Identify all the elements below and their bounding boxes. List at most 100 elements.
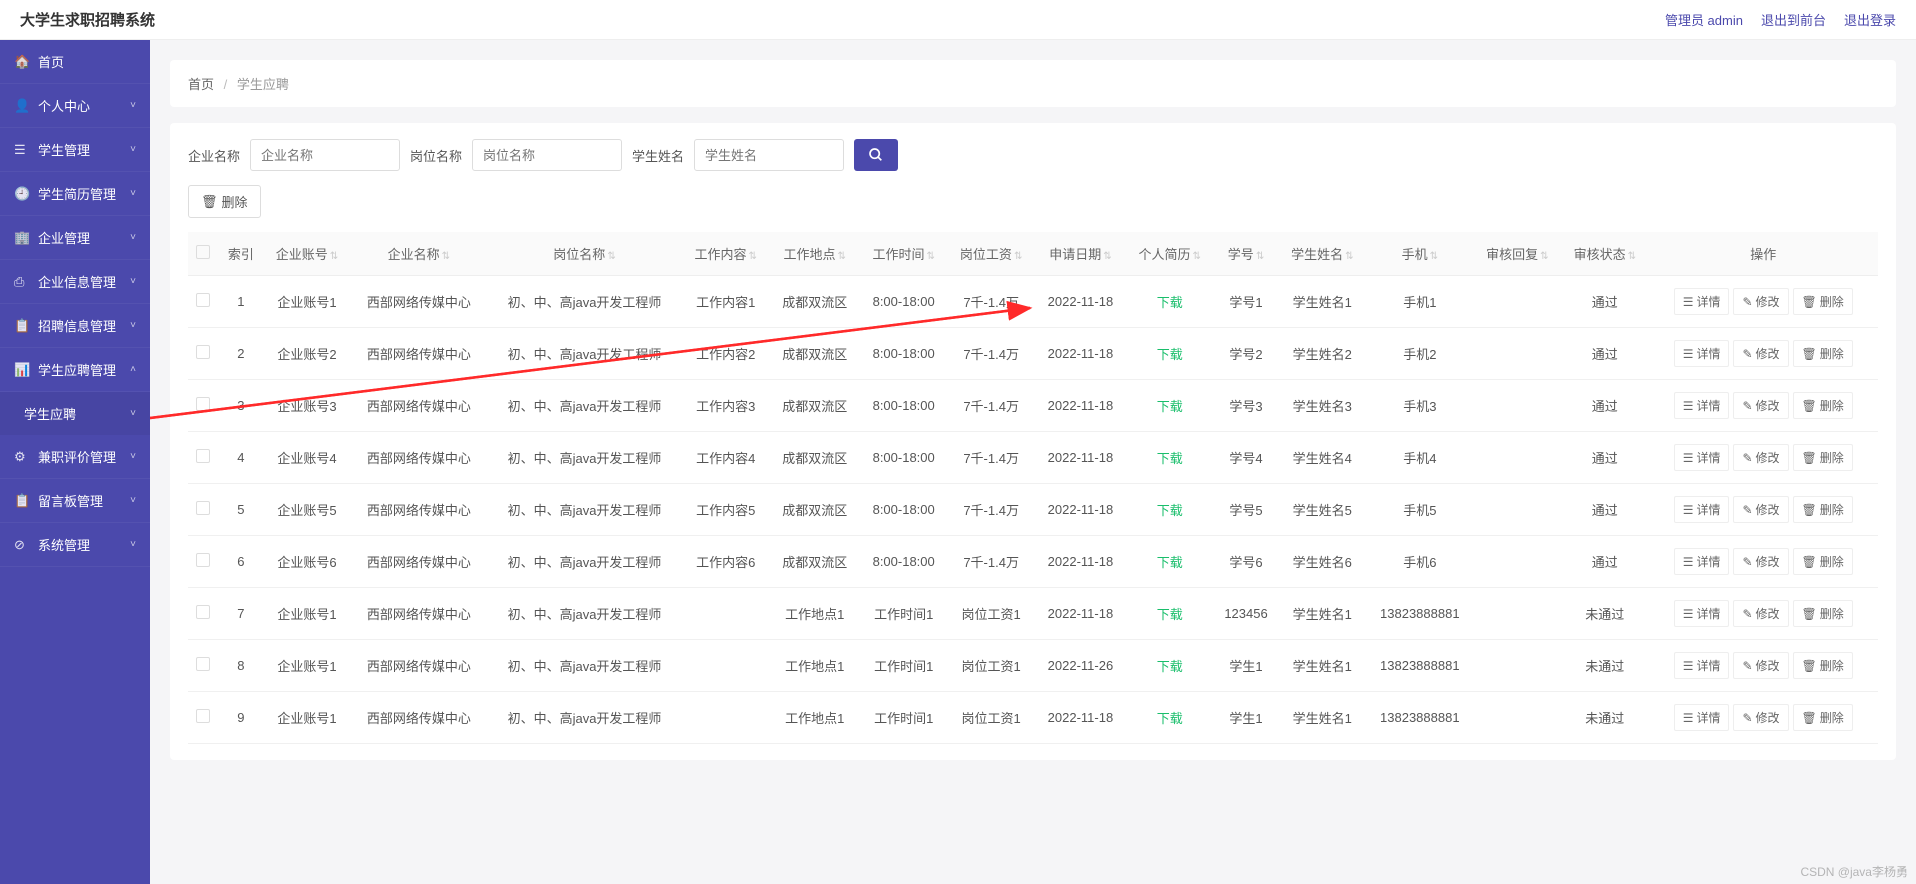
sidebar-item-label: 留言板管理 [38,491,103,510]
delete-button[interactable]: 🗑删除 [1793,288,1853,315]
sidebar-item-6[interactable]: 📋招聘信息管理˅ [0,304,150,348]
edit-button[interactable]: ✎修改 [1733,392,1788,419]
download-link[interactable]: 下载 [1157,399,1183,414]
column-header-15[interactable]: 审核状态⇅ [1561,232,1648,276]
download-link[interactable]: 下载 [1157,711,1183,726]
logout-link[interactable]: 退出登录 [1844,10,1896,29]
row-checkbox[interactable] [196,605,210,619]
row-checkbox[interactable] [196,397,210,411]
cell: 学生姓名5 [1279,484,1366,536]
row-checkbox[interactable] [196,501,210,515]
download-link[interactable]: 下载 [1157,451,1183,466]
column-header-2[interactable]: 企业账号⇅ [263,232,350,276]
sidebar-item-9[interactable]: 📋留言板管理˅ [0,479,150,523]
column-header-3[interactable]: 企业名称⇅ [351,232,487,276]
sidebar-item-0[interactable]: 🏠首页 [0,40,150,84]
detail-button[interactable]: ☰详情 [1674,444,1730,471]
download-link[interactable]: 下载 [1157,347,1183,362]
detail-button[interactable]: ☰详情 [1674,340,1730,367]
delete-button[interactable]: 🗑删除 [1793,496,1853,523]
edit-button[interactable]: ✎修改 [1733,444,1788,471]
column-header-14[interactable]: 审核回复⇅ [1474,232,1561,276]
sidebar-subitem-7-0[interactable]: 学生应聘˅ [0,392,150,435]
column-header-6[interactable]: 工作地点⇅ [769,232,860,276]
row-checkbox[interactable] [196,709,210,723]
detail-button[interactable]: ☰详情 [1674,548,1730,575]
detail-label: 详情 [1696,709,1720,726]
column-label: 企业名称 [388,247,440,262]
row-checkbox[interactable] [196,293,210,307]
sidebar-item-8[interactable]: ⚙兼职评价管理˅ [0,435,150,479]
batch-delete-button[interactable]: 🗑 删除 [188,185,261,218]
row-checkbox[interactable] [196,657,210,671]
delete-button[interactable]: 🗑删除 [1793,652,1853,679]
column-header-9[interactable]: 申请日期⇅ [1035,232,1126,276]
column-header-1[interactable]: 索引 [219,232,264,276]
download-link[interactable]: 下载 [1157,659,1183,674]
edit-button[interactable]: ✎修改 [1733,340,1788,367]
edit-button[interactable]: ✎修改 [1733,548,1788,575]
column-header-8[interactable]: 岗位工资⇅ [947,232,1034,276]
search-input-1[interactable] [472,139,622,171]
delete-button[interactable]: 🗑删除 [1793,704,1853,731]
sidebar-item-7[interactable]: 📊学生应聘管理˄ [0,348,150,392]
delete-label: 删除 [1820,449,1844,466]
file-icon: ☰ [1683,347,1694,361]
detail-button[interactable]: ☰详情 [1674,496,1730,523]
breadcrumb-current: 学生应聘 [237,77,289,92]
column-header-16[interactable]: 操作 [1649,232,1879,276]
search-button[interactable] [854,139,898,171]
delete-label: 删除 [1820,709,1844,726]
delete-button[interactable]: 🗑删除 [1793,392,1853,419]
edit-button[interactable]: ✎修改 [1733,704,1788,731]
detail-button[interactable]: ☰详情 [1674,652,1730,679]
column-header-12[interactable]: 学生姓名⇅ [1279,232,1366,276]
edit-button[interactable]: ✎修改 [1733,600,1788,627]
cell: 1 [219,276,264,328]
exit-front-link[interactable]: 退出到前台 [1761,10,1826,29]
column-header-10[interactable]: 个人简历⇅ [1126,232,1213,276]
cell: 下载 [1126,484,1213,536]
breadcrumb-root[interactable]: 首页 [188,77,214,92]
chevron-down-icon: ˅ [130,320,136,331]
edit-button[interactable]: ✎修改 [1733,652,1788,679]
column-header-7[interactable]: 工作时间⇅ [860,232,947,276]
cell: 下载 [1126,692,1213,744]
detail-button[interactable]: ☰详情 [1674,392,1730,419]
column-header-5[interactable]: 工作内容⇅ [682,232,769,276]
detail-button[interactable]: ☰详情 [1674,600,1730,627]
download-link[interactable]: 下载 [1157,295,1183,310]
sidebar-item-3[interactable]: 🕘学生简历管理˅ [0,172,150,216]
sidebar-item-label: 企业信息管理 [38,272,116,291]
column-header-4[interactable]: 岗位名称⇅ [487,232,682,276]
delete-button[interactable]: 🗑删除 [1793,548,1853,575]
edit-label: 修改 [1756,397,1780,414]
sidebar-item-2[interactable]: ☰学生管理˅ [0,128,150,172]
delete-button[interactable]: 🗑删除 [1793,340,1853,367]
delete-button[interactable]: 🗑删除 [1793,444,1853,471]
column-header-11[interactable]: 学号⇅ [1213,232,1278,276]
sidebar-item-4[interactable]: 🏢企业管理˅ [0,216,150,260]
row-checkbox[interactable] [196,345,210,359]
row-checkbox[interactable] [196,449,210,463]
cell: 5 [219,484,264,536]
search-input-0[interactable] [250,139,400,171]
download-link[interactable]: 下载 [1157,607,1183,622]
cell: 岗位工资1 [947,692,1034,744]
detail-button[interactable]: ☰详情 [1674,288,1730,315]
sidebar-item-5[interactable]: ⎙企业信息管理˅ [0,260,150,304]
search-input-2[interactable] [694,139,844,171]
download-link[interactable]: 下载 [1157,503,1183,518]
detail-button[interactable]: ☰详情 [1674,704,1730,731]
download-link[interactable]: 下载 [1157,555,1183,570]
select-all-checkbox[interactable] [196,245,210,259]
column-header-13[interactable]: 手机⇅ [1366,232,1474,276]
edit-button[interactable]: ✎修改 [1733,288,1788,315]
delete-button[interactable]: 🗑删除 [1793,600,1853,627]
sidebar-item-1[interactable]: 👤个人中心˅ [0,84,150,128]
cell: 6 [219,536,264,588]
admin-label[interactable]: 管理员 admin [1665,10,1743,29]
sidebar-item-10[interactable]: ⊘系统管理˅ [0,523,150,567]
edit-button[interactable]: ✎修改 [1733,496,1788,523]
row-checkbox[interactable] [196,553,210,567]
